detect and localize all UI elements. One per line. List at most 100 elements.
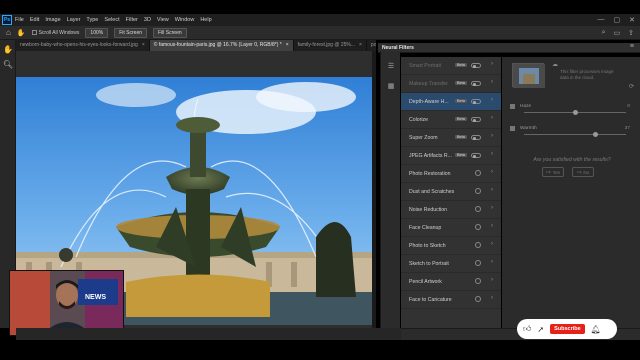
- tab-close-icon[interactable]: ×: [286, 42, 289, 49]
- thumbs-down-icon: 👎︎: [576, 169, 582, 174]
- filter-toggle[interactable]: [471, 99, 481, 104]
- news-badge-text: NEWS: [85, 294, 106, 301]
- tab-family-forest[interactable]: family-forest.jpg @ 25%... ×: [294, 40, 367, 51]
- filter-item[interactable]: Pencil Artwork ›: [401, 273, 501, 291]
- cloud-download-icon[interactable]: [475, 224, 481, 230]
- filter-item[interactable]: JPEG Artifacts R... Beta ›: [401, 147, 501, 165]
- cloud-download-icon[interactable]: [475, 188, 481, 194]
- menu-filter[interactable]: Filter: [126, 17, 138, 23]
- fill-screen-button[interactable]: Fill Screen: [153, 27, 187, 38]
- menu-select[interactable]: Select: [104, 17, 119, 23]
- warmth-slider-knob[interactable]: [592, 132, 598, 137]
- filter-name: Colorize: [409, 116, 429, 123]
- no-label: No: [583, 169, 590, 175]
- subscribe-button[interactable]: Subscribe: [550, 324, 585, 334]
- filter-name: Super Zoom: [409, 134, 438, 141]
- close-icon[interactable]: ✕: [629, 16, 635, 24]
- tab-famous-fountain[interactable]: © famous-fountain-paris.jpg @ 16.7% (Lay…: [149, 40, 294, 51]
- cloud-download-icon[interactable]: [475, 170, 481, 176]
- cloud-download-icon[interactable]: [475, 260, 481, 266]
- home-icon[interactable]: ⌂: [6, 28, 11, 37]
- menu-layer[interactable]: Layer: [67, 17, 81, 23]
- like-icon[interactable]: 👍︎: [523, 324, 531, 334]
- menu-view[interactable]: View: [157, 17, 169, 23]
- tab-portrait[interactable]: portr: [367, 40, 376, 51]
- zoom-100-button[interactable]: 100%: [85, 27, 109, 38]
- no-button[interactable]: 👎︎ No: [572, 167, 594, 177]
- warmth-slider-track[interactable]: [524, 134, 626, 135]
- cloud-download-icon[interactable]: [475, 296, 481, 302]
- minimize-icon[interactable]: —: [598, 16, 605, 24]
- hand-tool-icon[interactable]: ✋: [17, 29, 26, 37]
- bell-icon[interactable]: 🔔︎: [591, 325, 601, 334]
- tab-newborn-baby[interactable]: newborn-baby-who-opens-his-eyes-looks-fo…: [16, 40, 150, 51]
- yes-label: Yes: [552, 169, 561, 175]
- haze-checkbox[interactable]: [510, 104, 515, 109]
- filter-item[interactable]: Makeup Transfer Beta ›: [401, 75, 501, 93]
- filter-item[interactable]: Noise Reduction ›: [401, 201, 501, 219]
- filter-item[interactable]: Face to Caricature ›: [401, 291, 501, 309]
- refresh-icon[interactable]: ⟳: [629, 83, 634, 90]
- menu-file[interactable]: File: [15, 17, 24, 23]
- neural-filters-header: Neural Filters ≡: [378, 43, 640, 53]
- layers-icon[interactable]: ☰: [386, 61, 396, 71]
- bottom-letterbox: [0, 340, 640, 360]
- beta-badge: Beta: [455, 153, 467, 157]
- filter-name: Dust and Scratches: [409, 188, 455, 195]
- share-icon[interactable]: ⇪: [628, 29, 634, 37]
- haze-slider-knob[interactable]: [572, 110, 578, 115]
- filter-toggle[interactable]: [471, 135, 481, 140]
- menu-help[interactable]: Help: [200, 17, 211, 23]
- filter-toggle[interactable]: [471, 117, 481, 122]
- filter-item[interactable]: Super Zoom Beta ›: [401, 129, 501, 147]
- filter-item[interactable]: Dust and Scratches ›: [401, 183, 501, 201]
- filter-item[interactable]: Sketch to Portrait ›: [401, 255, 501, 273]
- cloud-download-icon[interactable]: [475, 242, 481, 248]
- filter-settings: ☁ This filter processes image data in th…: [502, 57, 640, 328]
- filter-toggle[interactable]: [471, 63, 481, 68]
- tab-close-icon[interactable]: ×: [359, 42, 362, 49]
- filter-item[interactable]: Colorize Beta ›: [401, 111, 501, 129]
- filter-item[interactable]: Smart Portrait Beta ›: [401, 57, 501, 75]
- thumbnail-image: [513, 64, 545, 88]
- workspace-icon[interactable]: ▭: [614, 29, 621, 37]
- fit-screen-button[interactable]: Fit Screen: [114, 27, 148, 38]
- filter-toggle[interactable]: [471, 153, 481, 158]
- menu-window[interactable]: Window: [175, 17, 195, 23]
- scroll-all-windows-label: Scroll All Windows: [38, 29, 80, 36]
- filter-name: Photo Restoration: [409, 170, 451, 177]
- beta-badge: Beta: [455, 81, 467, 85]
- warmth-checkbox[interactable]: [510, 126, 515, 131]
- cloud-download-icon[interactable]: [475, 278, 481, 284]
- menu-edit[interactable]: Edit: [30, 17, 39, 23]
- filter-item[interactable]: Photo to Sketch ›: [401, 237, 501, 255]
- menu-3d[interactable]: 3D: [144, 17, 151, 23]
- thumbs-up-icon: 👍︎: [545, 169, 551, 174]
- beta-badge: Beta: [455, 117, 467, 121]
- chevron-right-icon: ›: [491, 205, 493, 211]
- yes-button[interactable]: 👍︎ Yes: [542, 167, 564, 177]
- menu-type[interactable]: Type: [86, 17, 98, 23]
- filter-item[interactable]: Photo Restoration ›: [401, 165, 501, 183]
- zoom-tool-icon[interactable]: 🔍︎: [2, 58, 14, 70]
- maximize-icon[interactable]: ▢: [614, 16, 621, 24]
- presenter-video: NEWS: [10, 271, 123, 335]
- search-icon[interactable]: ⌕: [602, 29, 606, 37]
- filter-name: Noise Reduction: [409, 206, 448, 213]
- history-icon[interactable]: ▦: [386, 81, 396, 91]
- menu-image[interactable]: Image: [45, 17, 60, 23]
- filter-name: Pencil Artwork: [409, 278, 442, 285]
- haze-value: 0: [627, 104, 630, 109]
- canvas-scrollbar[interactable]: [372, 51, 376, 328]
- panel-menu-icon[interactable]: ≡: [630, 43, 634, 50]
- filter-item[interactable]: Face Cleanup ›: [401, 219, 501, 237]
- document-tabs: newborn-baby-who-opens-his-eyes-looks-fo…: [16, 40, 376, 51]
- tab-close-icon[interactable]: ×: [142, 42, 145, 49]
- filter-toggle[interactable]: [471, 81, 481, 86]
- scroll-all-windows-checkbox[interactable]: Scroll All Windows: [31, 29, 80, 36]
- cloud-download-icon[interactable]: [475, 206, 481, 212]
- filter-name: JPEG Artifacts R...: [409, 152, 452, 159]
- filter-name: Depth-Aware H...: [409, 98, 449, 105]
- hand-tool-icon[interactable]: ✋: [2, 43, 14, 55]
- filter-item[interactable]: Depth-Aware H... Beta ›: [401, 93, 501, 111]
